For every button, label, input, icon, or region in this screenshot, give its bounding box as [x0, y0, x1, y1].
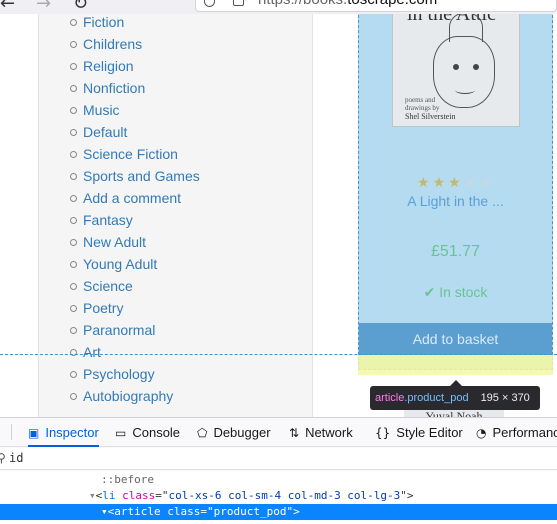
star-icon: ★	[479, 175, 492, 191]
tooltip-class: .product_pod	[404, 392, 469, 404]
category-link[interactable]: Paranormal	[70, 319, 200, 341]
markup-node-li[interactable]: ▾<li class="col-xs-6 col-sm-4 col-md-3 c…	[0, 488, 557, 504]
inspector-icon: ▣	[28, 426, 40, 440]
attr-name: class	[122, 489, 156, 502]
category-link[interactable]: Fiction	[70, 14, 200, 33]
tab-inspector[interactable]: ▣ Inspector	[28, 418, 99, 447]
network-icon: ⇅	[289, 426, 300, 440]
category-link[interactable]: Science Fiction	[70, 143, 200, 165]
cover-illustration-eye	[453, 64, 459, 70]
element-picker-icon[interactable]	[0, 424, 12, 440]
inspector-guide-horizontal	[0, 354, 557, 355]
category-list: Fiction Childrens Religion Nonfiction Music D…	[70, 14, 200, 407]
category-link[interactable]: Sports and Games	[70, 165, 200, 187]
inspector-highlight-tooltip: article.product_pod 195 × 370	[370, 380, 540, 410]
cover-author: Shel Silverstein	[405, 112, 456, 121]
category-link[interactable]: Childrens	[70, 33, 200, 55]
forward-arrow-icon[interactable]: →	[36, 0, 51, 14]
tab-style-editor[interactable]: {} Style Editor	[375, 418, 463, 447]
category-link[interactable]: Psychology	[70, 363, 200, 385]
next-book-cover-fragment: Yuval Noah	[404, 410, 504, 417]
star-icon: ★	[448, 175, 461, 191]
tab-label: Console	[132, 425, 181, 440]
tab-label: Network	[305, 425, 353, 440]
category-sidebar: Fiction Childrens Religion Nonfiction Music D…	[38, 14, 313, 417]
tab-label: Debugger	[213, 425, 271, 440]
devtools-panel: ▣ Inspector ▭ Console ⬠ Debugger ⇅ Network {} Sty…	[0, 417, 557, 524]
console-icon: ▭	[115, 426, 127, 440]
product-price: £51.77	[431, 243, 480, 260]
category-link[interactable]: Default	[70, 121, 200, 143]
search-input[interactable]: id	[9, 451, 23, 465]
star-icon: ★	[463, 175, 477, 191]
tracking-shield-icon[interactable]	[204, 0, 215, 7]
tab-network[interactable]: ⇅ Network	[289, 418, 353, 447]
star-rating: ★ ★ ★ ★ ★	[417, 175, 492, 191]
url-text[interactable]: https://books.toscrape.com	[258, 0, 437, 8]
availability: ✔ In stock	[359, 284, 552, 301]
category-link[interactable]: Art	[70, 341, 200, 363]
browser-toolbar: ← → ↻ https://books.toscrape.com	[0, 0, 557, 14]
tab-debugger[interactable]: ⬠ Debugger	[197, 418, 271, 447]
tab-label: Style Editor	[396, 425, 463, 440]
star-icon: ★	[432, 175, 446, 191]
checkmark-icon: ✔	[423, 285, 436, 301]
attr-name: class	[167, 505, 201, 518]
star-icon: ★	[417, 175, 430, 191]
padding-highlight	[358, 355, 553, 375]
markup-search[interactable]: ⚲ id	[0, 448, 557, 470]
tag-name: article	[114, 505, 161, 518]
tab-label: Performance	[492, 425, 557, 440]
address-bar[interactable]: https://books.toscrape.com	[195, 0, 557, 12]
style-editor-icon: {}	[375, 426, 391, 440]
category-link[interactable]: Add a comment	[70, 187, 200, 209]
cover-credit: poems and drawings by	[405, 96, 440, 112]
tooltip-dimensions: 195 × 370	[480, 392, 530, 404]
category-link[interactable]: Young Adult	[70, 253, 200, 275]
product-pod: in the Attic poems and drawings by Shel …	[358, 14, 553, 370]
tag-name: li	[102, 489, 116, 502]
page-viewport: Fiction Childrens Religion Nonfiction Music D…	[0, 14, 557, 417]
category-link[interactable]: Poetry	[70, 297, 200, 319]
tab-label: Inspector	[45, 425, 99, 440]
search-icon: ⚲	[0, 451, 6, 465]
performance-icon: ◔	[476, 426, 487, 440]
markup-node-article-selected[interactable]: ▾<article class="product_pod">	[0, 504, 557, 520]
cover-illustration-mouth	[455, 86, 475, 94]
collapse-toggle-icon[interactable]: ▾	[0, 505, 108, 518]
category-link[interactable]: Autobiography	[70, 385, 200, 407]
book-cover-image[interactable]: in the Attic poems and drawings by Shel …	[392, 14, 520, 127]
category-link[interactable]: Religion	[70, 55, 200, 77]
attr-value[interactable]: product_pod	[214, 505, 287, 518]
attr-value[interactable]: col-xs-6 col-sm-4 col-md-3 col-lg-3	[169, 489, 401, 502]
debugger-icon: ⬠	[197, 426, 208, 440]
tab-console[interactable]: ▭ Console	[115, 418, 180, 447]
lock-icon[interactable]	[233, 0, 244, 6]
markup-view: ::before ▾<li class="col-xs-6 col-sm-4 c…	[0, 471, 557, 524]
tab-performance[interactable]: ◔ Performance	[476, 418, 557, 447]
category-link[interactable]: Nonfiction	[70, 77, 200, 99]
collapse-toggle-icon[interactable]: ▾	[0, 489, 96, 502]
tooltip-tag: article	[375, 392, 405, 404]
product-title-link[interactable]: A Light in the ...	[359, 193, 552, 209]
add-to-basket-button[interactable]: Add to basket	[359, 323, 552, 355]
markup-node-pseudo[interactable]: ::before	[0, 472, 557, 488]
devtools-tabbar: ▣ Inspector ▭ Console ⬠ Debugger ⇅ Network {} Sty…	[0, 418, 557, 447]
pseudo-element: ::before	[101, 473, 154, 486]
category-link[interactable]: Science	[70, 275, 200, 297]
category-link[interactable]: Fantasy	[70, 209, 200, 231]
category-link[interactable]: Music	[70, 99, 200, 121]
stock-label: In stock	[439, 284, 488, 300]
back-arrow-icon[interactable]: ←	[0, 0, 15, 14]
category-link[interactable]: New Adult	[70, 231, 200, 253]
cover-illustration-eye	[473, 64, 479, 70]
reload-icon[interactable]: ↻	[73, 0, 88, 14]
